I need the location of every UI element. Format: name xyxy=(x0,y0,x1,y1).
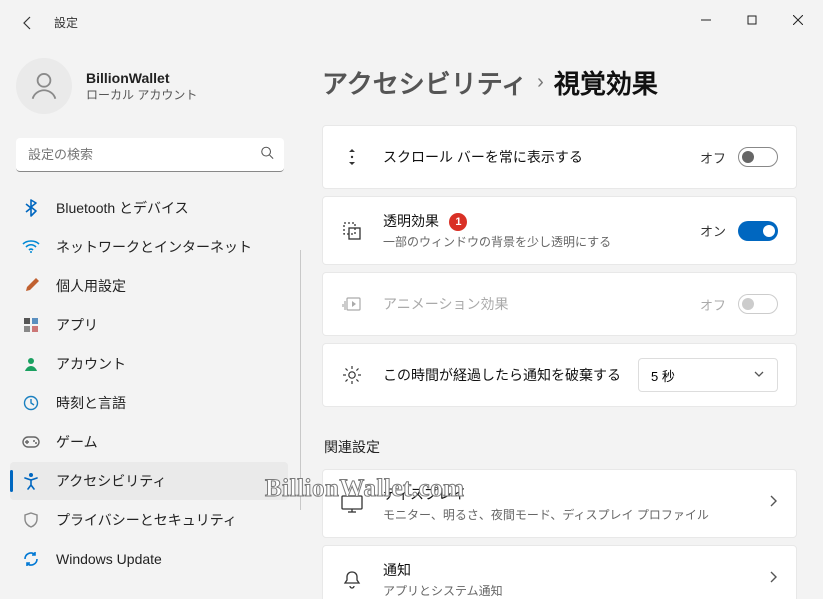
search-input[interactable] xyxy=(16,138,284,172)
related-notifications-row[interactable]: 通知 アプリとシステム通知 xyxy=(323,546,796,599)
bluetooth-icon xyxy=(22,199,40,217)
related-notifications-title: 通知 xyxy=(383,560,768,580)
wifi-icon xyxy=(22,238,40,256)
account-type: ローカル アカウント xyxy=(86,86,197,103)
transparency-icon xyxy=(341,220,363,242)
account-name: BillionWallet xyxy=(86,70,197,86)
related-heading: 関連設定 xyxy=(324,437,797,457)
setting-transparency-sub: 一部のウィンドウの背景を少し透明にする xyxy=(383,233,700,250)
setting-notify-dropdown[interactable]: 5 秒 xyxy=(638,358,778,392)
back-button[interactable] xyxy=(20,15,36,31)
setting-animation-state: オフ xyxy=(700,295,726,314)
setting-notify-label: この時間が経過したら通知を破棄する xyxy=(383,365,638,385)
setting-notify-duration-row: この時間が経過したら通知を破棄する 5 秒 xyxy=(323,344,796,406)
sidebar-item-label: アカウント xyxy=(56,354,126,374)
animation-icon xyxy=(341,293,363,315)
sidebar-item-apps[interactable]: アプリ xyxy=(10,306,288,344)
setting-notify-value: 5 秒 xyxy=(651,366,675,385)
setting-scrollbar-label: スクロール バーを常に表示する xyxy=(383,147,700,167)
setting-animation-label: アニメーション効果 xyxy=(383,294,700,314)
sidebar-item-clock[interactable]: 時刻と言語 xyxy=(10,384,288,422)
clock-icon xyxy=(22,394,40,412)
related-display-row[interactable]: ディスプレイ モニター、明るさ、夜間モード、ディスプレイ プロファイル xyxy=(323,470,796,537)
game-icon xyxy=(22,433,40,451)
sidebar-item-label: Bluetooth とデバイス xyxy=(56,198,189,218)
search-box[interactable] xyxy=(16,138,284,172)
setting-scrollbar-toggle[interactable] xyxy=(738,147,778,167)
sidebar-item-label: 個人用設定 xyxy=(56,276,126,296)
close-button[interactable] xyxy=(775,4,821,36)
avatar-icon xyxy=(16,58,72,114)
setting-transparency-row: 透明効果 1 一部のウィンドウの背景を少し透明にする オン xyxy=(323,197,796,264)
sidebar-item-wifi[interactable]: ネットワークとインターネット xyxy=(10,228,288,266)
sidebar-item-update[interactable]: Windows Update xyxy=(10,540,288,578)
sidebar-item-label: ゲーム xyxy=(56,432,98,452)
setting-scrollbar-state: オフ xyxy=(700,148,726,167)
search-icon xyxy=(260,146,274,165)
minimize-button[interactable] xyxy=(683,4,729,36)
related-notifications-sub: アプリとシステム通知 xyxy=(383,582,768,599)
accessibility-icon xyxy=(22,472,40,490)
sidebar-item-account[interactable]: アカウント xyxy=(10,345,288,383)
chevron-right-icon xyxy=(768,494,778,513)
setting-transparency-toggle[interactable] xyxy=(738,221,778,241)
breadcrumb-parent[interactable]: アクセシビリティ xyxy=(322,64,527,101)
annotation-badge: 1 xyxy=(449,213,467,231)
sidebar-item-label: Windows Update xyxy=(56,551,162,567)
chevron-right-icon xyxy=(768,570,778,589)
setting-transparency-state: オン xyxy=(700,221,726,240)
sidebar-item-brush[interactable]: 個人用設定 xyxy=(10,267,288,305)
related-display-title: ディスプレイ xyxy=(383,484,768,504)
sidebar: BillionWallet ローカル アカウント Bluetooth とデバイス… xyxy=(0,40,300,599)
update-icon xyxy=(22,550,40,568)
chevron-down-icon xyxy=(753,368,765,383)
window-title: 設定 xyxy=(54,14,78,31)
related-display-sub: モニター、明るさ、夜間モード、ディスプレイ プロファイル xyxy=(383,506,768,523)
chevron-right-icon: › xyxy=(537,71,544,94)
maximize-button[interactable] xyxy=(729,4,775,36)
account-icon xyxy=(22,355,40,373)
apps-icon xyxy=(22,316,40,334)
sidebar-scrollbar[interactable] xyxy=(300,250,301,510)
sidebar-item-bluetooth[interactable]: Bluetooth とデバイス xyxy=(10,189,288,227)
display-icon xyxy=(341,493,363,515)
bell-icon xyxy=(341,569,363,591)
brush-icon xyxy=(22,277,40,295)
setting-scrollbar-row: スクロール バーを常に表示する オフ xyxy=(323,126,796,188)
nav-list: Bluetooth とデバイスネットワークとインターネット個人用設定アプリアカウ… xyxy=(6,188,294,599)
breadcrumb: アクセシビリティ › 視覚効果 xyxy=(322,64,797,101)
sidebar-item-label: プライバシーとセキュリティ xyxy=(56,510,237,530)
content-pane: アクセシビリティ › 視覚効果 スクロール バーを常に表示する オフ xyxy=(300,40,823,599)
shield-icon xyxy=(22,511,40,529)
setting-transparency-label: 透明効果 xyxy=(383,213,439,229)
sidebar-item-shield[interactable]: プライバシーとセキュリティ xyxy=(10,501,288,539)
scrollbar-icon xyxy=(341,146,363,168)
setting-animation-row: アニメーション効果 オフ xyxy=(323,273,796,335)
account-block[interactable]: BillionWallet ローカル アカウント xyxy=(6,50,294,130)
sidebar-item-label: ネットワークとインターネット xyxy=(56,237,252,257)
titlebar: 設定 xyxy=(0,0,823,40)
sidebar-item-game[interactable]: ゲーム xyxy=(10,423,288,461)
setting-animation-toggle xyxy=(738,294,778,314)
sidebar-item-label: 時刻と言語 xyxy=(56,393,126,413)
brightness-icon xyxy=(341,364,363,386)
sidebar-item-label: アクセシビリティ xyxy=(56,471,166,491)
sidebar-item-accessibility[interactable]: アクセシビリティ xyxy=(10,462,288,500)
sidebar-item-label: アプリ xyxy=(56,315,98,335)
page-title: 視覚効果 xyxy=(554,64,658,101)
